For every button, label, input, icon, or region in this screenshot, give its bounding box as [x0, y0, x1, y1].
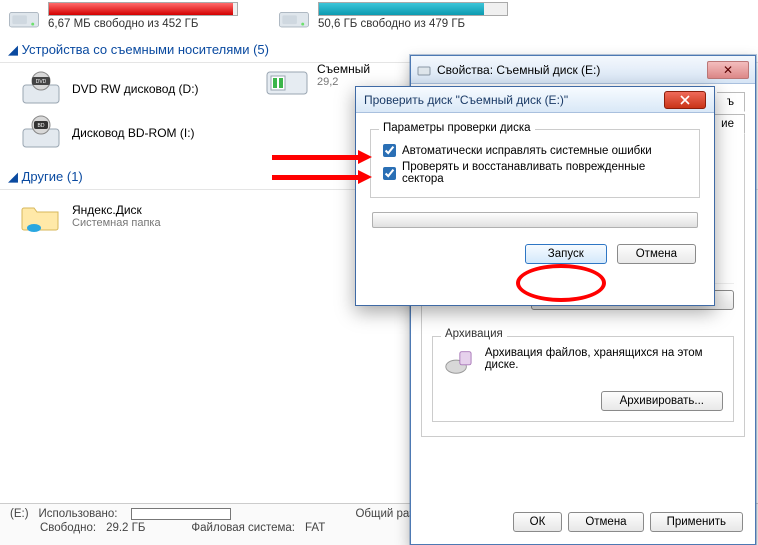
- start-button[interactable]: Запуск: [525, 244, 607, 264]
- dialog-body: Параметры проверки диска Автоматически и…: [356, 113, 714, 274]
- checkbox-input[interactable]: [383, 144, 396, 157]
- dvd-drive-icon: DVD: [20, 71, 62, 107]
- archive-icon: [443, 347, 475, 377]
- progress-bar: [372, 212, 698, 228]
- dialog-button-row: Запуск Отмена: [370, 244, 696, 264]
- removable-drive-icon: [265, 62, 309, 100]
- titlebar[interactable]: Проверить диск "Съемный диск (E:)": [356, 87, 714, 113]
- close-icon: [680, 95, 690, 105]
- caret-down-icon: ◢: [8, 169, 18, 184]
- group-title: Архивация: [441, 328, 507, 340]
- archive-button[interactable]: Архивировать...: [601, 391, 723, 411]
- checkbox-recover-sectors[interactable]: Проверять и восстанавливать поврежденные…: [383, 161, 687, 185]
- section-label: Устройства со съемными носителями (5): [22, 42, 269, 57]
- annotation-arrow: [272, 152, 372, 162]
- dialog-button-row: ОК Отмена Применить: [513, 512, 743, 532]
- checkbox-fix-errors[interactable]: Автоматически исправлять системные ошибк…: [383, 144, 687, 157]
- close-button[interactable]: [664, 91, 706, 109]
- window-title: Проверить диск "Съемный диск (E:)": [364, 93, 568, 107]
- drive-free-text: 50,6 ГБ свободно из 479 ГБ: [318, 18, 508, 30]
- status-used-bar: [131, 508, 231, 520]
- entry-label: Дисковод BD-ROM (I:): [72, 126, 195, 140]
- archive-groupbox: Архивация Архивация файлов, хранящихся н…: [432, 336, 734, 422]
- bd-drive-icon: BD: [20, 115, 62, 151]
- status-used-label: Использовано:: [39, 508, 118, 520]
- drive-icon: [417, 63, 431, 77]
- status-fs-label: Файловая система:: [191, 522, 295, 534]
- tab-stub[interactable]: ие: [711, 114, 745, 134]
- usage-bar: [48, 2, 238, 16]
- entry-label: Яндекс.Диск: [72, 203, 161, 217]
- window-title: Свойства: Съемный диск (E:): [437, 63, 600, 77]
- titlebar[interactable]: Свойства: Съемный диск (E:) ✕: [411, 56, 755, 84]
- checkbox-input[interactable]: [383, 167, 396, 180]
- checkbox-label: Проверять и восстанавливать поврежденные…: [402, 161, 687, 185]
- drive-free-text: 6,67 МБ свободно из 452 ГБ: [48, 18, 238, 30]
- cancel-button[interactable]: Отмена: [617, 244, 696, 264]
- svg-text:DVD: DVD: [36, 79, 47, 85]
- hdd-icon: [278, 2, 310, 36]
- entry-label: Съемный: [317, 62, 370, 76]
- hdd-icon: [8, 2, 40, 36]
- archive-description: Архивация файлов, хранящихся на этом дис…: [485, 347, 723, 371]
- status-drive-letter: (E:): [10, 508, 29, 520]
- check-disk-dialog[interactable]: Проверить диск "Съемный диск (E:)" Парам…: [355, 86, 715, 306]
- section-label: Другие (1): [22, 169, 83, 184]
- annotation-arrow: [272, 172, 372, 182]
- entry-label: DVD RW дисковод (D:): [72, 82, 199, 96]
- svg-text:BD: BD: [38, 123, 45, 129]
- status-free-value: 29.2 ГБ: [106, 522, 145, 534]
- entry-sublabel: Системная папка: [72, 217, 161, 229]
- caret-down-icon: ◢: [8, 42, 18, 57]
- usage-bar: [318, 2, 508, 16]
- group-title: Параметры проверки диска: [379, 122, 535, 134]
- close-button[interactable]: ✕: [707, 61, 749, 79]
- ok-button[interactable]: ОК: [513, 512, 563, 532]
- cancel-button[interactable]: Отмена: [568, 512, 643, 532]
- drive-d[interactable]: 50,6 ГБ свободно из 479 ГБ: [278, 2, 508, 36]
- checkbox-label: Автоматически исправлять системные ошибк…: [402, 145, 652, 157]
- check-options-group: Параметры проверки диска Автоматически и…: [370, 129, 700, 198]
- folder-icon: [20, 198, 62, 234]
- tab-stub[interactable]: ъ: [717, 92, 745, 112]
- status-fs-value: FAT: [305, 522, 325, 534]
- status-free-label: Свободно:: [40, 522, 96, 534]
- apply-button[interactable]: Применить: [650, 512, 743, 532]
- drive-c[interactable]: 6,67 МБ свободно из 452 ГБ: [8, 2, 238, 36]
- drive-row: 6,67 МБ свободно из 452 ГБ 50,6 ГБ свобо…: [0, 0, 758, 38]
